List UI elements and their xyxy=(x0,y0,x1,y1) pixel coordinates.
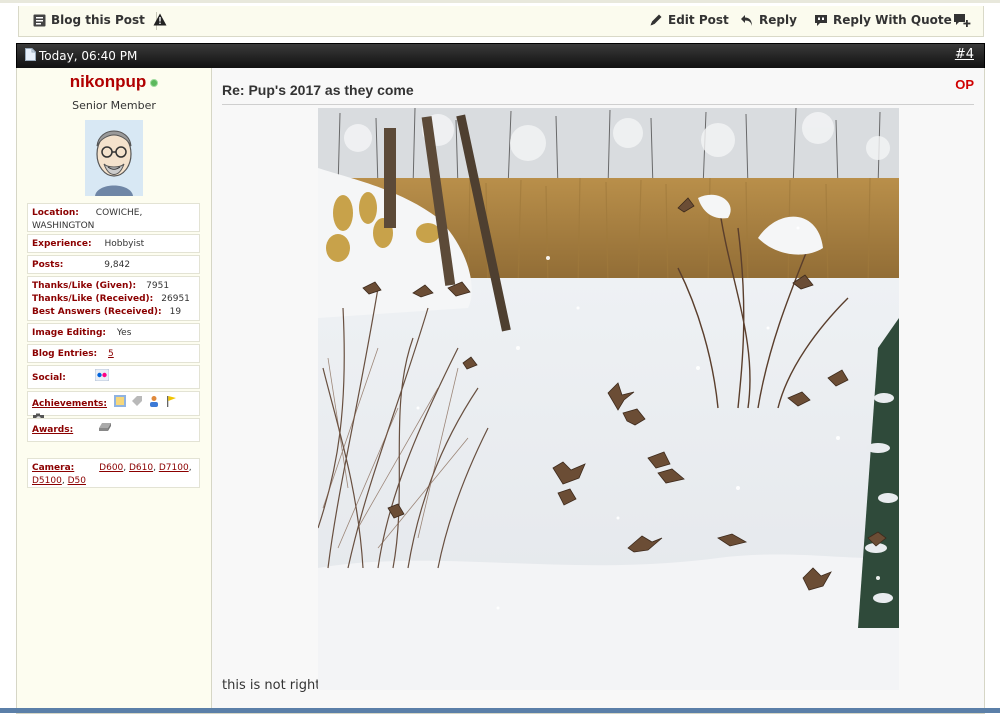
blog-icon xyxy=(33,14,46,27)
photo-achievement-icon[interactable] xyxy=(113,395,126,412)
edit-post-label: Edit Post xyxy=(668,13,729,27)
blog-post-button[interactable]: Blog this Post xyxy=(33,13,145,27)
post-body: nikonpup Senior Member Location: COWICHE… xyxy=(16,68,985,714)
achievements-label[interactable]: Achievements: xyxy=(32,399,107,409)
post-image[interactable] xyxy=(318,108,899,690)
document-icon xyxy=(25,48,36,64)
pencil-icon xyxy=(649,13,663,27)
camera-link-3[interactable]: D7100 xyxy=(159,463,189,473)
flickr-icon[interactable] xyxy=(94,368,110,386)
posts-value: 9,842 xyxy=(104,260,131,270)
camera-label[interactable]: Camera: xyxy=(32,463,74,473)
taskbar xyxy=(0,708,1000,713)
thanks-given-row: Thanks/Like (Given): 7951 xyxy=(32,280,195,293)
warning-icon xyxy=(153,13,167,26)
best-answers-label: Best Answers (Received): xyxy=(32,307,162,317)
post-content: Re: Pup's 2017 as they come OP this is n… xyxy=(212,68,984,713)
multi-quote-button[interactable] xyxy=(953,13,971,28)
blog-entries-label: Blog Entries: xyxy=(32,349,98,359)
person-achievement-icon[interactable] xyxy=(148,395,160,412)
location-label: Location: xyxy=(32,208,79,218)
image-editing-box: Image Editing: Yes xyxy=(27,323,200,342)
username[interactable]: nikonpup xyxy=(17,72,211,92)
posts-box: Posts: 9,842 xyxy=(27,255,200,274)
best-answers-value: 19 xyxy=(169,307,182,317)
post-message-text: this is not right xyxy=(222,678,321,693)
award-icon[interactable] xyxy=(98,422,112,437)
window-top-edge xyxy=(0,0,1000,3)
awards-label[interactable]: Awards: xyxy=(32,425,73,435)
thanks-received-row: Thanks/Like (Received): 26951 xyxy=(32,293,195,306)
edit-post-button[interactable]: Edit Post xyxy=(649,13,729,27)
post-date: Today, 06:40 PM xyxy=(25,48,137,64)
post-date-text: Today, 06:40 PM xyxy=(39,49,138,63)
user-title: Senior Member xyxy=(72,99,156,112)
tag-achievement-icon[interactable] xyxy=(131,395,143,412)
blog-post-label: Blog this Post xyxy=(51,13,145,27)
post-number-link[interactable]: #4 xyxy=(955,47,974,62)
experience-box: Experience: Hobbyist xyxy=(27,234,200,253)
flag-achievement-icon[interactable] xyxy=(165,395,177,412)
reply-with-quote-label: Reply With Quote xyxy=(833,13,952,27)
thanks-given-label: Thanks/Like (Given): xyxy=(32,281,137,291)
social-label: Social: xyxy=(32,373,66,383)
thanks-given-value: 7951 xyxy=(146,281,170,291)
thanks-box: Thanks/Like (Given): 7951 Thanks/Like (Re… xyxy=(27,276,200,321)
location-box: Location: COWICHE, WASHINGTON xyxy=(27,203,200,232)
reply-arrow-icon xyxy=(740,14,754,27)
post-header: Today, 06:40 PM #4 xyxy=(16,43,985,69)
blog-entries-box: Blog Entries: 5 xyxy=(27,344,200,363)
awards-box: Awards: xyxy=(27,418,200,442)
username-text[interactable]: nikonpup xyxy=(70,72,146,91)
user-info-panel: nikonpup Senior Member Location: COWICHE… xyxy=(17,68,212,713)
blog-entries-link[interactable]: 5 xyxy=(108,349,114,359)
image-editing-label: Image Editing: xyxy=(32,328,106,338)
avatar[interactable] xyxy=(85,120,143,196)
quote-bubble-icon xyxy=(814,14,828,27)
camera-link-1[interactable]: D600 xyxy=(99,463,123,473)
image-editing-value: Yes xyxy=(116,328,132,338)
title-divider xyxy=(222,104,974,105)
reply-button[interactable]: Reply xyxy=(740,13,797,27)
reply-with-quote-button[interactable]: Reply With Quote xyxy=(814,13,952,27)
thanks-received-label: Thanks/Like (Received): xyxy=(32,294,154,304)
previous-post-action-bar: Blog this Post Edit Post Reply Reply Wit… xyxy=(18,6,984,37)
report-button[interactable] xyxy=(153,13,167,26)
achievements-box: Achievements: xyxy=(27,391,200,422)
camera-link-5[interactable]: D50 xyxy=(68,476,86,486)
experience-label: Experience: xyxy=(32,239,92,249)
reply-label: Reply xyxy=(759,13,797,27)
experience-value: Hobbyist xyxy=(104,239,145,249)
posts-label: Posts: xyxy=(32,260,64,270)
best-answers-row: Best Answers (Received): 19 xyxy=(32,306,195,319)
thanks-received-value: 26951 xyxy=(161,294,190,304)
multi-quote-plus-icon xyxy=(953,13,971,28)
camera-box: Camera: D600, D610, D7100, D5100, D50 xyxy=(27,458,200,488)
social-box: Social: xyxy=(27,365,200,389)
post-title: Re: Pup's 2017 as they come xyxy=(222,82,414,98)
online-status-icon xyxy=(150,78,159,87)
camera-link-2[interactable]: D610 xyxy=(129,463,153,473)
op-badge: OP xyxy=(955,77,974,92)
camera-link-4[interactable]: D5100 xyxy=(32,476,62,486)
